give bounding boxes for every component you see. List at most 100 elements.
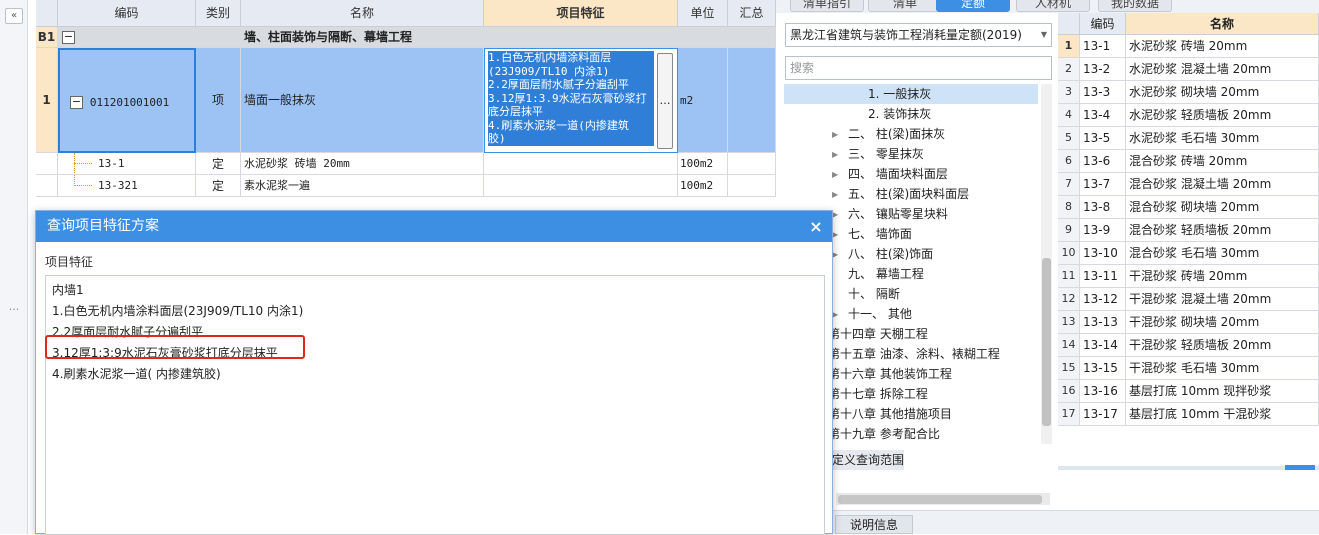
- tree-node-chapter[interactable]: 第十九章 参考配合比: [828, 424, 940, 444]
- tree-node[interactable]: 五、 柱(梁)面块料面层: [848, 184, 969, 204]
- main-row-feature-editor[interactable]: 1.白色无机内墙涂料面层 (23J909/TL10 内涂1) 2.2厚面层耐水腻…: [484, 48, 678, 153]
- define-query-scope-button[interactable]: 定义查询范围: [828, 450, 904, 470]
- row-collapse-toggle[interactable]: −: [70, 96, 83, 109]
- expand-arrow-icon[interactable]: ▶: [832, 190, 838, 199]
- sub-row-name[interactable]: 水泥砂浆 砖墙 20mm: [241, 153, 484, 175]
- horizontal-scrollbar-thumb[interactable]: [838, 495, 1042, 504]
- main-row-type[interactable]: 项: [196, 48, 241, 153]
- rt-row-number[interactable]: 11: [1058, 265, 1080, 288]
- rt-row-number[interactable]: 17: [1058, 403, 1080, 426]
- rt-row-code[interactable]: 13-14: [1080, 334, 1126, 357]
- sub-row-unit[interactable]: 100m2: [678, 153, 728, 175]
- tree-node[interactable]: 八、 柱(梁)饰面: [848, 244, 933, 264]
- tab-bill[interactable]: 清单: [868, 0, 942, 12]
- sub-row-summary[interactable]: [728, 153, 776, 175]
- main-row-code-cell[interactable]: − 011201001001: [58, 48, 196, 153]
- tree-node[interactable]: 二、 柱(梁)面抹灰: [848, 124, 945, 144]
- expand-arrow-icon[interactable]: ▶: [832, 150, 838, 159]
- rt-row-number[interactable]: 5: [1058, 127, 1080, 150]
- rt-row-name[interactable]: 混合砂浆 毛石墙 30mm: [1126, 242, 1319, 265]
- sub-row-name[interactable]: 素水泥浆一遍: [241, 175, 484, 197]
- rt-row-code[interactable]: 13-13: [1080, 311, 1126, 334]
- sub-row-summary[interactable]: [728, 175, 776, 197]
- rt-row-name[interactable]: 干混砂浆 混凝土墙 20mm: [1126, 288, 1319, 311]
- tree-node[interactable]: 四、 墙面块料面层: [848, 164, 948, 184]
- rt-row-number[interactable]: 10: [1058, 242, 1080, 265]
- rt-row-code[interactable]: 13-2: [1080, 58, 1126, 81]
- rt-row-number[interactable]: 9: [1058, 219, 1080, 242]
- rt-row-number[interactable]: 6: [1058, 150, 1080, 173]
- rt-row-name[interactable]: 干混砂浆 轻质墙板 20mm: [1126, 334, 1319, 357]
- rt-row-name[interactable]: 混合砂浆 砌块墙 20mm: [1126, 196, 1319, 219]
- tree-node-chapter[interactable]: 第十四章 天棚工程: [828, 324, 928, 344]
- grid-header-unit[interactable]: 单位: [678, 0, 728, 27]
- rt-row-code[interactable]: 13-8: [1080, 196, 1126, 219]
- group-collapse-toggle[interactable]: −: [62, 31, 75, 44]
- rt-row-name[interactable]: 水泥砂浆 砖墙 20mm: [1126, 35, 1319, 58]
- quota-search-input[interactable]: 搜索: [785, 56, 1052, 80]
- group-row[interactable]: − 墙、柱面装饰与隔断、幕墙工程: [58, 27, 776, 48]
- rt-row-name[interactable]: 混合砂浆 轻质墙板 20mm: [1126, 219, 1319, 242]
- tree-node[interactable]: 六、 镶贴零星块料: [848, 204, 948, 224]
- sub-row-code-cell[interactable]: 13-321: [58, 175, 196, 197]
- rt-row-name[interactable]: 水泥砂浆 混凝土墙 20mm: [1126, 58, 1319, 81]
- feature-text-selected[interactable]: 1.白色无机内墙涂料面层 (23J909/TL10 内涂1) 2.2厚面层耐水腻…: [488, 51, 654, 146]
- rt-row-code[interactable]: 13-4: [1080, 104, 1126, 127]
- rt-row-name[interactable]: 水泥砂浆 毛石墙 30mm: [1126, 127, 1319, 150]
- tree-node-chapter[interactable]: 第十五章 油漆、涂料、裱糊工程: [828, 344, 1000, 364]
- rt-row-name[interactable]: 混合砂浆 混凝土墙 20mm: [1126, 173, 1319, 196]
- rt-row-name[interactable]: 干混砂浆 砖墙 20mm: [1126, 265, 1319, 288]
- rt-row-code[interactable]: 13-16: [1080, 380, 1126, 403]
- feature-more-button[interactable]: …: [657, 53, 673, 149]
- rt-row-number[interactable]: 2: [1058, 58, 1080, 81]
- close-icon[interactable]: ×: [808, 211, 824, 242]
- rt-row-number[interactable]: 16: [1058, 380, 1080, 403]
- grid-header-summary[interactable]: 汇总: [728, 0, 776, 27]
- rt-row-name[interactable]: 干混砂浆 砌块墙 20mm: [1126, 311, 1319, 334]
- main-row-name[interactable]: 墙面一般抹灰: [241, 48, 484, 153]
- feature-text-area[interactable]: 内墙1 1.白色无机内墙涂料面层(23J909/TL10 内涂1) 2.2厚面层…: [45, 275, 825, 535]
- rt-row-code[interactable]: 13-12: [1080, 288, 1126, 311]
- tab-bill-guide[interactable]: 清单指引: [790, 0, 864, 12]
- tree-node-general-plaster[interactable]: 1. 一般抹灰: [784, 84, 1038, 104]
- rt-row-number[interactable]: 15: [1058, 357, 1080, 380]
- grid-header-name[interactable]: 名称: [241, 0, 484, 27]
- collapse-left-button[interactable]: «: [5, 8, 23, 24]
- tree-node-chapter[interactable]: 第十六章 其他装饰工程: [828, 364, 952, 384]
- tree-node[interactable]: 十、 隔断: [848, 284, 900, 304]
- rt-row-code[interactable]: 13-9: [1080, 219, 1126, 242]
- rt-row-name[interactable]: 干混砂浆 毛石墙 30mm: [1126, 357, 1319, 380]
- grid-header-code[interactable]: 编码: [58, 0, 196, 27]
- rt-row-number[interactable]: 14: [1058, 334, 1080, 357]
- tab-my-data[interactable]: 我的数据: [1098, 0, 1172, 12]
- rt-row-code[interactable]: 13-3: [1080, 81, 1126, 104]
- rt-row-number[interactable]: 1: [1058, 35, 1080, 58]
- rt-header-name[interactable]: 名称: [1126, 13, 1319, 35]
- rt-header-code[interactable]: 编码: [1080, 13, 1126, 35]
- rt-row-code[interactable]: 13-11: [1080, 265, 1126, 288]
- sub-row-type[interactable]: 定: [196, 175, 241, 197]
- tree-node-chapter[interactable]: 第十八章 其他措施项目: [828, 404, 952, 424]
- rt-row-number[interactable]: 8: [1058, 196, 1080, 219]
- rt-row-number[interactable]: 7: [1058, 173, 1080, 196]
- rt-row-code[interactable]: 13-17: [1080, 403, 1126, 426]
- rt-row-name[interactable]: 混合砂浆 砖墙 20mm: [1126, 150, 1319, 173]
- tree-scrollbar-thumb[interactable]: [1042, 258, 1051, 426]
- grid-header-type[interactable]: 类别: [196, 0, 241, 27]
- expand-arrow-icon[interactable]: ▶: [832, 130, 838, 139]
- sub-row-code-cell[interactable]: 13-1: [58, 153, 196, 175]
- tree-node-decorative-plaster[interactable]: 2. 装饰抹灰: [868, 104, 931, 124]
- tree-node[interactable]: 九、 幕墙工程: [848, 264, 924, 284]
- tree-node[interactable]: 七、 墙饰面: [848, 224, 912, 244]
- tree-node[interactable]: 三、 零星抹灰: [848, 144, 924, 164]
- grid-header-feature[interactable]: 项目特征: [484, 0, 678, 27]
- rt-row-number[interactable]: 3: [1058, 81, 1080, 104]
- rt-row-number[interactable]: 12: [1058, 288, 1080, 311]
- rt-row-name[interactable]: 水泥砂浆 轻质墙板 20mm: [1126, 104, 1319, 127]
- tab-quota[interactable]: 定额: [936, 0, 1010, 12]
- sub-row-feature[interactable]: [484, 175, 678, 197]
- rt-row-code[interactable]: 13-1: [1080, 35, 1126, 58]
- expand-arrow-icon[interactable]: ▶: [832, 170, 838, 179]
- sub-row-unit[interactable]: 100m2: [678, 175, 728, 197]
- rt-row-name[interactable]: 水泥砂浆 砌块墙 20mm: [1126, 81, 1319, 104]
